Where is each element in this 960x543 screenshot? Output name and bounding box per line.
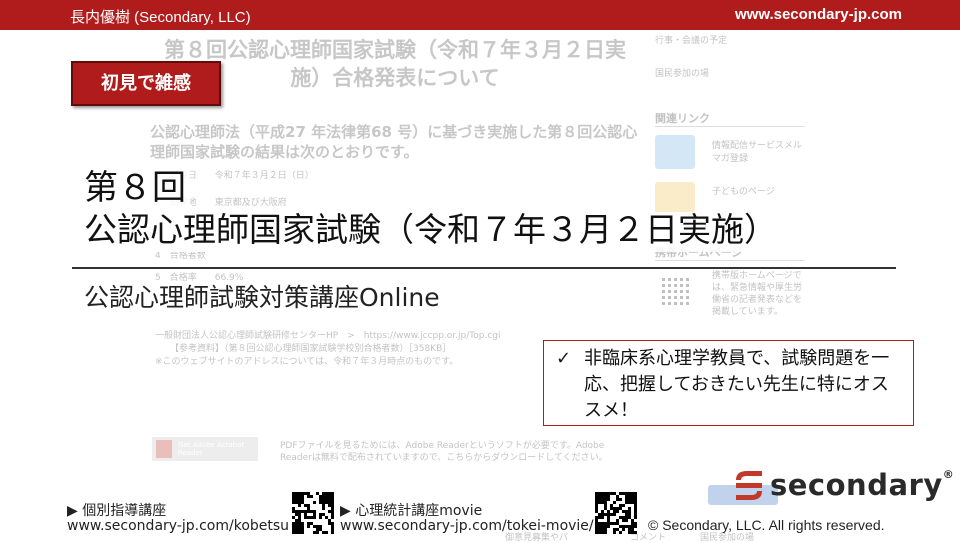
- author-name: 長内優樹 (Secondary, LLC): [70, 9, 251, 26]
- secondary-logo: secondary®: [730, 466, 954, 506]
- mobile-qr-code: [662, 275, 692, 305]
- qr-module: [619, 498, 622, 501]
- qr-module: [313, 516, 316, 519]
- qr-module: [319, 516, 322, 519]
- bg-center-link[interactable]: 一般財団法人公認心理師試験研修センターHP > https://www.jccp…: [155, 328, 501, 341]
- qr-module: [622, 504, 625, 507]
- qr-module: [607, 498, 610, 501]
- qr-module: [613, 513, 616, 516]
- qr-module: [298, 504, 301, 507]
- qr-module: [316, 531, 319, 534]
- qr-module: [331, 531, 334, 534]
- first-impression-badge: 初見で雑感: [71, 61, 221, 106]
- title-line-2: 公認心理師国家試験（令和７年３月２日実施）: [84, 210, 777, 249]
- site-url[interactable]: www.secondary-jp.com: [735, 6, 902, 23]
- title-divider: [72, 267, 896, 269]
- side-link-mail[interactable]: 情報配信サービスメルマガ登録: [712, 138, 807, 164]
- qr-module: [634, 525, 637, 528]
- qr-module: [310, 495, 313, 498]
- side-item-participation[interactable]: 国民参加の場: [655, 66, 709, 79]
- qr-module: [331, 516, 334, 519]
- side-item-events[interactable]: 行事・会議の予定: [655, 33, 727, 46]
- bg-pdf-note: PDFファイルを見るためには、Adobe Readerというソフトが必要です。A…: [280, 441, 608, 463]
- adobe-reader-text: Get Adobe Acrobat Reader: [178, 441, 245, 457]
- recommendation-callout: ✓ 非臨床系心理学教員で、試験問題を一応、把握しておきたい先生に特にオススメ！: [543, 340, 914, 426]
- check-icon: ✓: [556, 348, 572, 369]
- bg-intro: 公認心理師法（平成27 年法律第68 号）に基づき実施した第８回公認心理師国家試…: [150, 123, 638, 161]
- pdf-icon: [156, 440, 172, 458]
- mail-thumbnail[interactable]: [655, 135, 695, 169]
- secondary-logo-icon: [736, 471, 762, 500]
- qr-module: [313, 501, 316, 504]
- top-banner: 長内優樹 (Secondary, LLC) www.secondary-jp.c…: [0, 0, 960, 30]
- logo-word: secondary®: [770, 468, 955, 502]
- bg-address-note: ※このウェブサイトのアドレスについては、令和７年３月時点のものです。: [155, 357, 459, 367]
- qr-module: [601, 516, 604, 519]
- qr-code-tokei-movie[interactable]: [595, 492, 637, 534]
- qr-module: [301, 531, 304, 534]
- adobe-reader-badge[interactable]: Get Adobe Acrobat Reader: [152, 437, 258, 461]
- footer-course1-label: ▶ 個別指導講座: [67, 503, 167, 519]
- qr-module: [613, 531, 616, 534]
- recommendation-text: 非臨床系心理学教員で、試験問題を一応、把握しておきたい先生に特にオススメ！: [584, 348, 890, 421]
- side-heading-links: 関連リンク: [655, 110, 805, 127]
- footer-course1-url[interactable]: www.secondary-jp.com/kobetsu: [67, 518, 289, 534]
- bg-heading: 第８回公認心理師国家試験（令和７年３月２日実施）合格発表について: [164, 38, 626, 90]
- qr-module: [622, 528, 625, 531]
- footer-course2-label: ▶ 心理統計講座movie: [340, 503, 483, 519]
- qr-module: [634, 516, 637, 519]
- qr-module: [604, 531, 607, 534]
- side-link-mobile[interactable]: 携帯版ホームページでは、緊急情報や厚生労働省の記者発表などを掲載しています。: [712, 270, 807, 318]
- qr-module: [607, 525, 610, 528]
- bg-pdf-link[interactable]: 【参考資料】（第８回公認心理師国家試験学校別合格者数）［358KB］: [170, 341, 451, 354]
- qr-module: [325, 531, 328, 534]
- qr-module: [613, 501, 616, 504]
- title-line-1: 第８回: [84, 168, 186, 208]
- qr-code-kobetsu[interactable]: [292, 492, 334, 534]
- footer-course2-url[interactable]: www.secondary-jp.com/tokei-movie/: [340, 518, 594, 534]
- qr-module: [307, 525, 310, 528]
- qr-module: [625, 519, 628, 522]
- qr-module: [619, 531, 622, 534]
- qr-module: [634, 531, 637, 534]
- subtitle: 公認心理師試験対策講座Online: [84, 283, 440, 312]
- qr-module: [616, 510, 619, 513]
- qr-module: [322, 507, 325, 510]
- side-link-kids[interactable]: 子どものページ: [712, 184, 775, 197]
- copyright-notice: © Secondary, LLC. All rights reserved.: [648, 517, 885, 533]
